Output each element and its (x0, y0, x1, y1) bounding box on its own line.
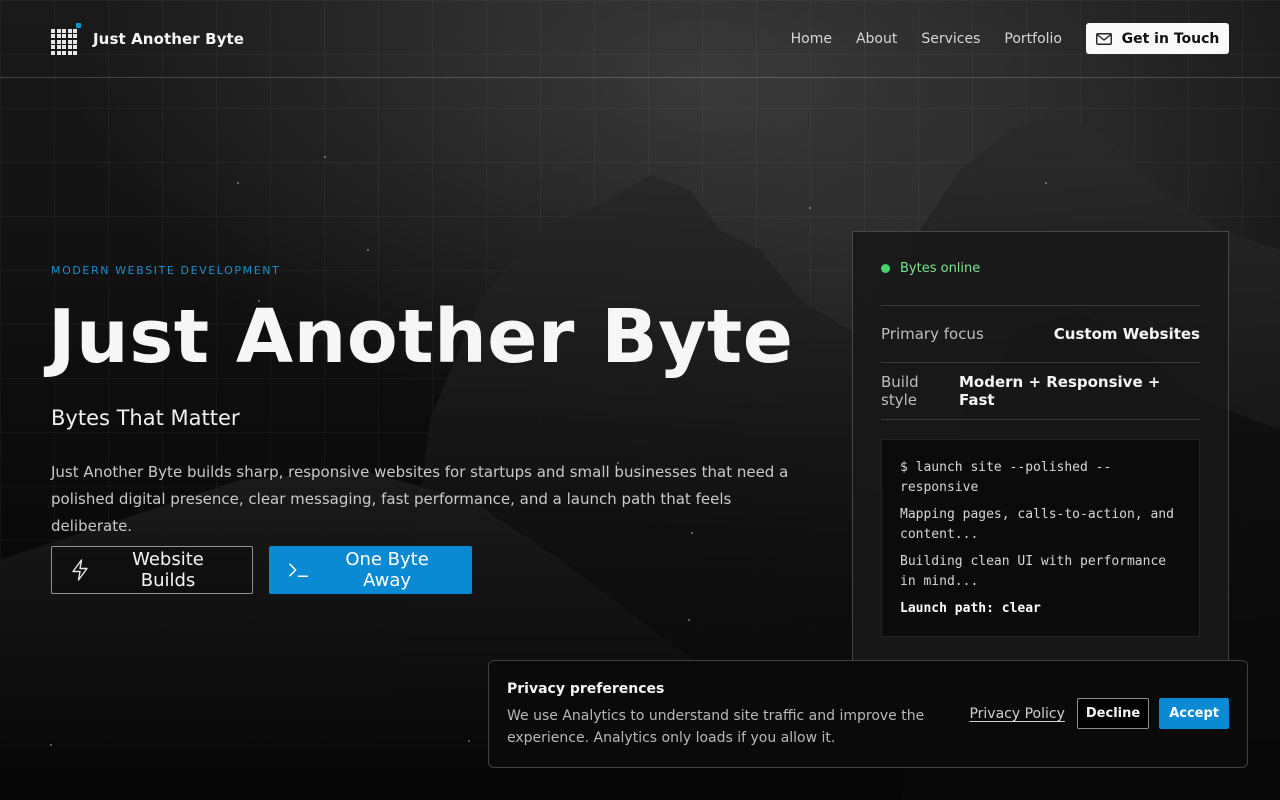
hero-eyebrow: MODERN WEBSITE DEVELOPMENT (51, 264, 281, 277)
hero-title: Just Another Byte (48, 294, 794, 380)
primary-focus-row: Primary focus Custom Websites (881, 306, 1200, 363)
hero-description: Just Another Byte builds sharp, responsi… (51, 463, 789, 535)
mail-icon (1095, 32, 1112, 45)
privacy-banner: Privacy preferences We use Analytics to … (488, 660, 1248, 768)
nav-services[interactable]: Services (921, 31, 980, 47)
terminal-line-final: Launch path: clear (900, 601, 1041, 616)
one-byte-away-label: One Byte Away (345, 549, 429, 591)
primary-focus-value: Custom Websites (1053, 325, 1200, 343)
brand[interactable]: Just Another Byte (51, 22, 245, 55)
accept-button[interactable]: Accept (1159, 698, 1229, 729)
website-builds-button[interactable]: Website Builds (51, 546, 253, 594)
hero-tagline: Bytes That Matter (51, 406, 240, 430)
build-style-key: Build style (881, 373, 919, 409)
terminal-icon (289, 563, 308, 578)
status-row: Bytes online (881, 232, 1200, 306)
terminal-line: $ launch site --polished --responsive (900, 460, 1112, 495)
privacy-policy-link[interactable]: Privacy Policy (969, 706, 1064, 722)
build-style-value: Modern + Responsive + Fast (959, 373, 1161, 409)
get-in-touch-button[interactable]: Get in Touch (1086, 23, 1229, 54)
hero-actions: Website Builds One Byte Away (51, 546, 472, 594)
terminal-log: $ launch site --polished --responsive Ma… (881, 439, 1200, 637)
grid-logo-icon (51, 22, 81, 55)
terminal-line: Mapping pages, calls-to-action, and cont… (900, 507, 1174, 542)
nav-about[interactable]: About (856, 31, 897, 47)
brand-name: Just Another Byte (93, 29, 245, 48)
nav-portfolio[interactable]: Portfolio (1004, 31, 1062, 47)
website-builds-label: Website Builds (132, 549, 204, 591)
main-nav: Home About Services Portfolio Get in Tou… (767, 23, 1229, 54)
terminal-line: Building clean UI with performance in mi… (900, 554, 1167, 589)
get-in-touch-label: Get in Touch (1121, 30, 1220, 47)
decline-button[interactable]: Decline (1076, 698, 1150, 729)
one-byte-away-button[interactable]: One Byte Away (269, 546, 472, 594)
primary-focus-key: Primary focus (881, 325, 984, 343)
nav-home[interactable]: Home (791, 31, 832, 47)
status-text: Bytes online (900, 261, 981, 276)
lightning-icon (72, 559, 88, 581)
build-style-row: Build style Modern + Responsive + Fast (881, 363, 1200, 420)
site-header: Just Another Byte Home About Services Po… (0, 0, 1280, 78)
status-dot-icon (881, 264, 890, 273)
privacy-text: We use Analytics to understand site traf… (507, 708, 925, 746)
privacy-actions: Privacy Policy Decline Accept (969, 698, 1229, 729)
status-card: Bytes online Primary focus Custom Websit… (852, 231, 1229, 671)
privacy-title: Privacy preferences (507, 681, 665, 697)
